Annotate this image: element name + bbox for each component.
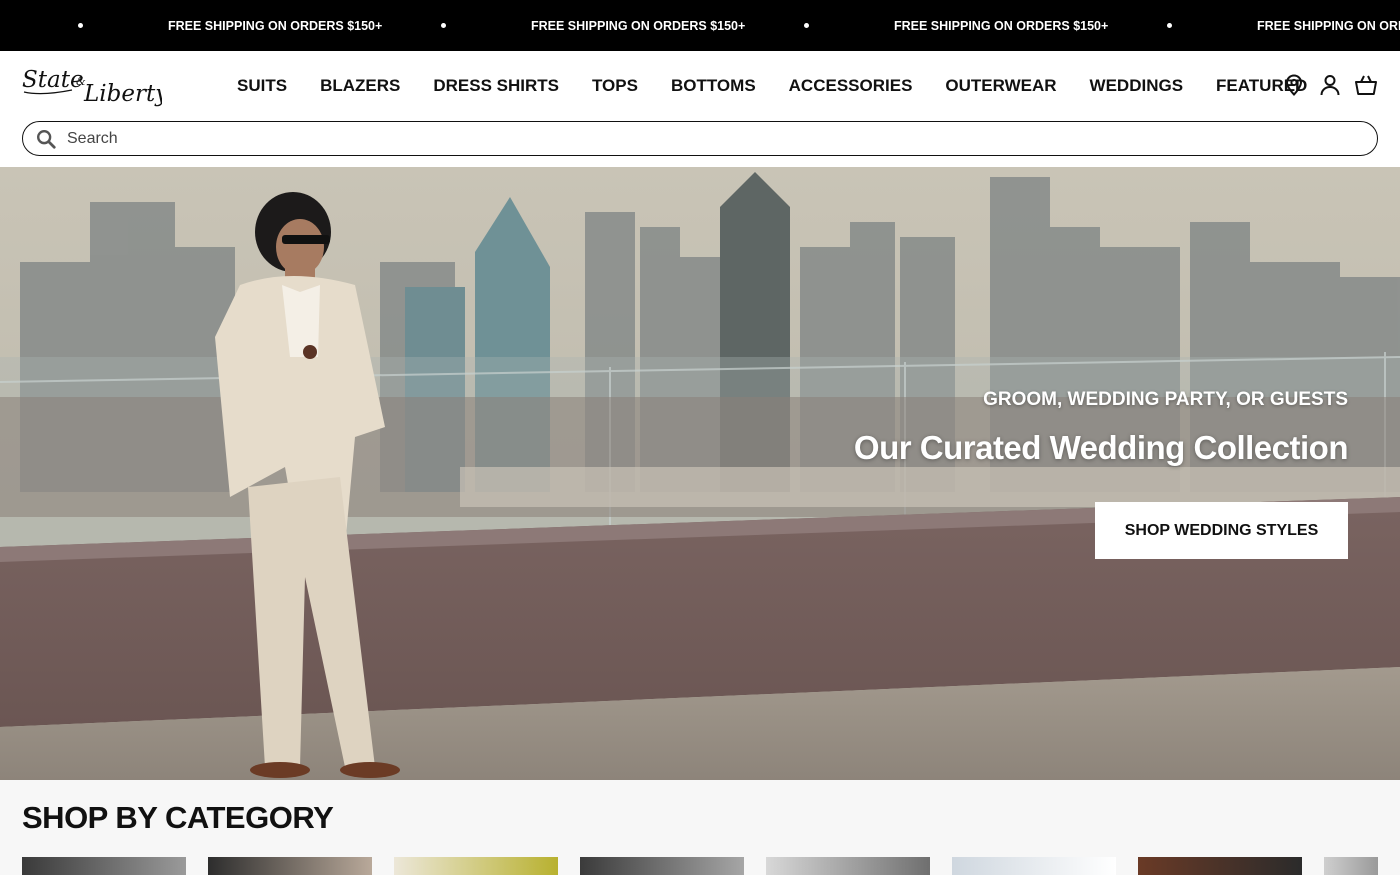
- logo-wordmark: State & Liberty: [22, 67, 169, 107]
- nav-item-outerwear[interactable]: OUTERWEAR: [945, 76, 1056, 96]
- category-card[interactable]: [208, 857, 372, 875]
- category-card[interactable]: [22, 857, 186, 875]
- announcement-message: FREE SHIPPING ON ORDERS $150+: [894, 18, 1109, 33]
- account-icon[interactable]: [1318, 73, 1342, 97]
- nav-item-suits[interactable]: SUITS: [237, 76, 287, 96]
- nav-item-blazers[interactable]: BLAZERS: [320, 76, 400, 96]
- cart-icon[interactable]: [1354, 73, 1378, 97]
- announcement-message: FREE SHIPPING ON ORDERS $150+: [531, 18, 746, 33]
- search-bar: [22, 121, 1378, 156]
- search-input[interactable]: [67, 129, 1347, 148]
- nav-item-weddings[interactable]: WEDDINGS: [1090, 76, 1184, 96]
- separator-dot: [78, 23, 83, 28]
- category-card[interactable]: [952, 857, 1116, 875]
- hero-title: Our Curated Wedding Collection: [853, 429, 1349, 466]
- separator-dot: [441, 23, 446, 28]
- announcement-message: FREE SHIPPING ON ORDERS $150+: [1257, 18, 1400, 33]
- category-card[interactable]: [1138, 857, 1302, 875]
- nav-item-bottoms[interactable]: BOTTOMS: [671, 76, 756, 96]
- search-icon: [37, 129, 56, 149]
- category-card[interactable]: [394, 857, 558, 875]
- category-card[interactable]: [580, 857, 744, 875]
- category-card[interactable]: [1324, 857, 1378, 875]
- header-icons: [1282, 73, 1378, 97]
- section-title: SHOP BY CATEGORY: [22, 800, 334, 835]
- main-nav: SUITS BLAZERS DRESS SHIRTS TOPS BOTTOMS …: [237, 51, 1307, 121]
- nav-item-tops[interactable]: TOPS: [592, 76, 638, 96]
- announcement-bar: FREE SHIPPING ON ORDERS $150+ FREE SHIPP…: [0, 0, 1400, 51]
- nav-item-accessories[interactable]: ACCESSORIES: [789, 76, 913, 96]
- hero-image: [0, 167, 1400, 780]
- separator-dot: [804, 23, 809, 28]
- site-header: State & Liberty SUITS BLAZERS DRESS SHIR…: [0, 51, 1400, 121]
- location-pin-icon[interactable]: [1282, 73, 1306, 97]
- shop-wedding-styles-button[interactable]: SHOP WEDDING STYLES: [1095, 502, 1348, 559]
- brand-logo[interactable]: State & Liberty: [22, 63, 169, 109]
- announcement-message: FREE SHIPPING ON ORDERS $150+: [168, 18, 383, 33]
- svg-text:Liberty: Liberty: [83, 81, 162, 107]
- shop-by-category-section: SHOP BY CATEGORY: [0, 780, 1400, 875]
- hero-eyebrow: GROOM, WEDDING PARTY, OR GUESTS: [983, 389, 1348, 410]
- category-card[interactable]: [766, 857, 930, 875]
- category-carousel: [22, 857, 1378, 875]
- separator-dot: [1167, 23, 1172, 28]
- hero-banner: GROOM, WEDDING PARTY, OR GUESTS Our Cura…: [0, 167, 1400, 780]
- svg-text:State: State: [22, 67, 84, 93]
- nav-item-dress-shirts[interactable]: DRESS SHIRTS: [433, 76, 559, 96]
